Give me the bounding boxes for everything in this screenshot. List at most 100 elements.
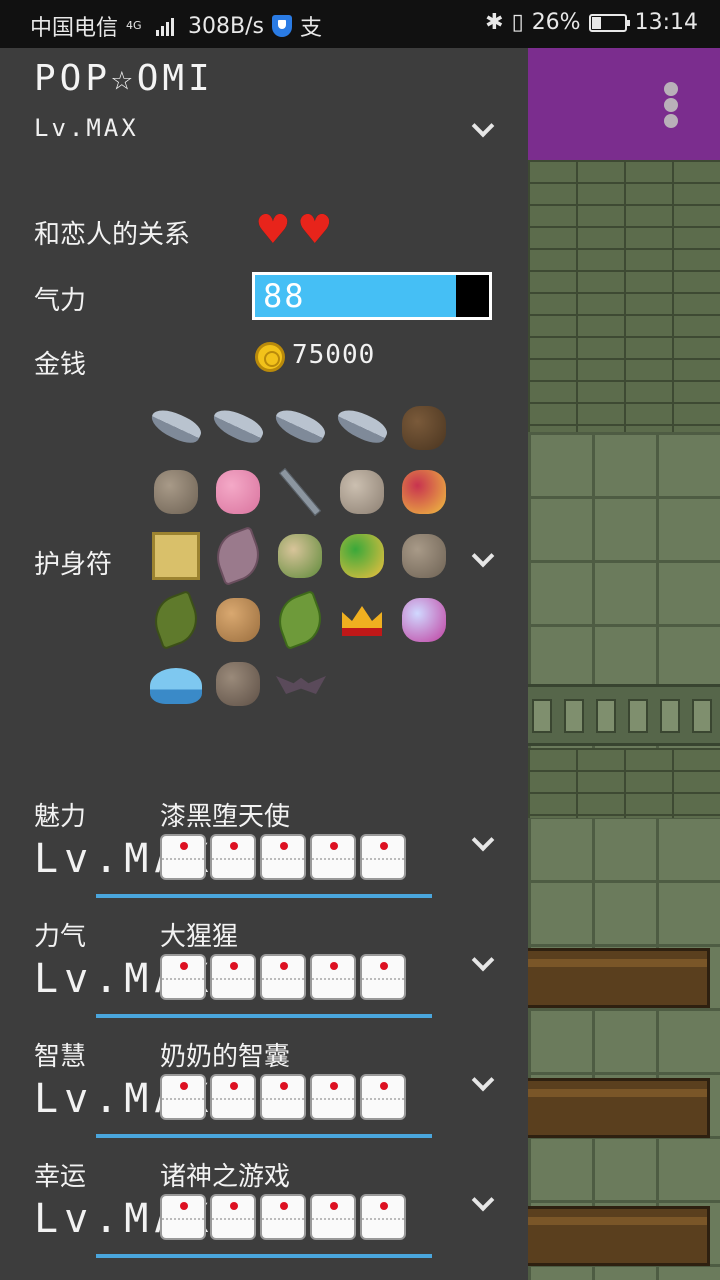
character-level: Lv.MAX bbox=[34, 114, 139, 142]
stat-underline bbox=[96, 894, 432, 898]
dice-row bbox=[160, 954, 406, 1000]
dice-icon bbox=[360, 954, 406, 1000]
winged-gem-icon[interactable] bbox=[332, 526, 392, 586]
bat-icon[interactable] bbox=[270, 654, 330, 714]
brick-wall-lower bbox=[528, 748, 720, 818]
dice-icon bbox=[160, 1194, 206, 1240]
fish-icon[interactable] bbox=[146, 398, 206, 458]
clay-doll-icon[interactable] bbox=[208, 654, 268, 714]
clam-icon[interactable] bbox=[146, 462, 206, 522]
dice-icon bbox=[310, 834, 356, 880]
golden-tablet-icon[interactable] bbox=[146, 526, 206, 586]
chevron-down-icon[interactable] bbox=[472, 1192, 494, 1214]
chevron-down-icon[interactable] bbox=[472, 952, 494, 974]
money-label: 金钱 bbox=[34, 350, 87, 380]
dice-icon bbox=[210, 834, 256, 880]
stat-title: 漆黑堕天使 bbox=[160, 802, 291, 832]
stat-row: 魅力 漆黑堕天使 Lv.MAX bbox=[0, 796, 528, 916]
green-leaf-icon[interactable] bbox=[270, 589, 330, 651]
bear-doll-icon[interactable] bbox=[208, 462, 268, 522]
stat-underline bbox=[96, 1014, 432, 1018]
stat-underline bbox=[96, 1254, 432, 1258]
dice-row bbox=[160, 1074, 406, 1120]
character-name: POP☆OMI bbox=[34, 58, 214, 99]
brick-wall bbox=[528, 160, 720, 432]
battery-percent: 26% bbox=[531, 10, 581, 35]
carrier-label: 中国电信 bbox=[30, 16, 119, 41]
coin-icon bbox=[255, 342, 285, 372]
dice-icon bbox=[310, 1074, 356, 1120]
battery-icon bbox=[588, 13, 630, 32]
stat-category: 幸运 bbox=[34, 1162, 87, 1192]
dice-icon bbox=[260, 954, 306, 1000]
stat-category: 力气 bbox=[34, 922, 87, 952]
dice-icon bbox=[360, 834, 406, 880]
relationship-hearts: ♥ ♥ bbox=[255, 210, 333, 250]
game-scene[interactable] bbox=[528, 48, 720, 1280]
fish-icon[interactable] bbox=[270, 398, 330, 458]
stat-underline bbox=[96, 1134, 432, 1138]
signal-icon bbox=[156, 16, 175, 36]
fish-icon[interactable] bbox=[208, 398, 268, 458]
whale-icon[interactable] bbox=[146, 654, 206, 714]
energy-bar: 88 bbox=[252, 272, 492, 320]
dice-icon bbox=[360, 1194, 406, 1240]
heart-icon: ♥ bbox=[255, 207, 291, 253]
money-value: 75000 bbox=[292, 340, 376, 370]
chevron-down-icon[interactable] bbox=[472, 1072, 494, 1094]
chevron-down-icon[interactable] bbox=[472, 118, 494, 140]
network-speed: 308B/s bbox=[188, 13, 264, 39]
radish-icon[interactable] bbox=[270, 526, 330, 586]
dice-row bbox=[160, 1194, 406, 1240]
stat-category: 魅力 bbox=[34, 802, 87, 832]
dice-icon bbox=[260, 834, 306, 880]
alipay-icon: 支 bbox=[299, 16, 322, 41]
amulet-grid bbox=[146, 398, 476, 718]
network-type: 4G bbox=[126, 19, 142, 32]
dice-icon bbox=[160, 1074, 206, 1120]
crown-icon[interactable] bbox=[332, 590, 392, 650]
stat-title: 大猩猩 bbox=[160, 922, 239, 952]
branch-icon[interactable] bbox=[394, 398, 454, 458]
vibrate-icon: ▯ bbox=[511, 10, 524, 35]
dice-icon bbox=[210, 1194, 256, 1240]
dice-row bbox=[160, 834, 406, 880]
fish-icon[interactable] bbox=[332, 398, 392, 458]
sword-icon[interactable] bbox=[270, 462, 330, 522]
dice-icon bbox=[310, 954, 356, 1000]
dice-icon bbox=[260, 1074, 306, 1120]
status-bar: 中国电信 4G 308B/s 支 ✱ ▯ 26% 13:14 bbox=[0, 0, 720, 48]
dice-icon bbox=[210, 954, 256, 1000]
chevron-down-icon[interactable] bbox=[472, 548, 494, 570]
jewel-box-icon[interactable] bbox=[394, 462, 454, 522]
stat-title: 奶奶的智囊 bbox=[160, 1042, 291, 1072]
more-menu-icon[interactable] bbox=[664, 82, 678, 130]
stat-row: 力气 大猩猩 Lv.MAX bbox=[0, 916, 528, 1036]
stat-row: 智慧 奶奶的智囊 Lv.MAX bbox=[0, 1036, 528, 1156]
figurine-icon[interactable] bbox=[208, 590, 268, 650]
stat-row: 幸运 诸神之游戏 Lv.MAX bbox=[0, 1156, 528, 1276]
chevron-down-icon[interactable] bbox=[472, 832, 494, 854]
dice-icon bbox=[210, 1074, 256, 1120]
bench bbox=[528, 1078, 710, 1138]
energy-value: 88 bbox=[263, 277, 306, 315]
dice-icon bbox=[310, 1194, 356, 1240]
stat-title: 诸神之游戏 bbox=[160, 1162, 291, 1192]
shield-icon bbox=[271, 15, 292, 37]
amulet-label: 护身符 bbox=[34, 550, 113, 580]
tiara-icon[interactable] bbox=[394, 590, 454, 650]
bench bbox=[528, 948, 710, 1008]
dice-icon bbox=[160, 954, 206, 1000]
status-panel: POP☆OMI Lv.MAX 和恋人的关系 ♥ ♥ 气力 88 金钱 75000… bbox=[0, 48, 528, 1280]
dice-icon bbox=[160, 834, 206, 880]
leaf-icon[interactable] bbox=[208, 525, 268, 587]
bluetooth-icon: ✱ bbox=[485, 10, 504, 35]
stat-category: 智慧 bbox=[34, 1042, 87, 1072]
bench bbox=[528, 1206, 710, 1266]
fossil-icon[interactable] bbox=[332, 462, 392, 522]
heart-icon: ♥ bbox=[296, 207, 333, 253]
dice-icon bbox=[260, 1194, 306, 1240]
clam-icon[interactable] bbox=[394, 526, 454, 586]
game-header-bar bbox=[528, 48, 720, 160]
herb-icon[interactable] bbox=[146, 589, 206, 651]
